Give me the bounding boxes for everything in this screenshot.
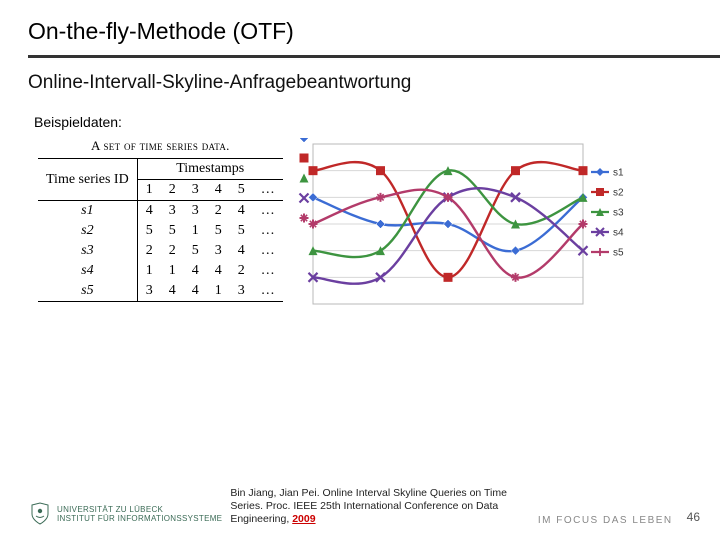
cell: …	[253, 241, 283, 261]
cell: 1	[207, 281, 230, 302]
footer-motto: IM FOCUS DAS LEBEN	[538, 515, 673, 526]
cell: 4	[137, 201, 161, 222]
table-row: s5 3 4 4 1 3 …	[38, 281, 283, 302]
cell: …	[253, 261, 283, 281]
cell: 5	[207, 221, 230, 241]
row-id: s3	[38, 241, 137, 261]
table-row: s1 4 3 3 2 4 …	[38, 201, 283, 222]
cell: 3	[207, 241, 230, 261]
cell: 4	[207, 261, 230, 281]
cell: …	[253, 201, 283, 222]
cell: 2	[161, 241, 184, 261]
citation-year: 2009	[292, 513, 315, 525]
svg-text:s5: s5	[613, 248, 624, 259]
col-head-id: Time series ID	[46, 172, 129, 187]
university-logo: UNIVERSITÄT ZU LÜBECK INSTITUT FÜR INFOR…	[28, 502, 222, 526]
svg-text:s4: s4	[613, 228, 624, 239]
chart-block: s1 s2 s3 s4 s5	[295, 138, 635, 323]
slide-number: 46	[687, 510, 700, 526]
cell: 3	[230, 281, 253, 302]
svg-text:s1: s1	[613, 168, 624, 179]
cell: 4	[230, 241, 253, 261]
ts-head: 2	[161, 180, 184, 201]
svg-text:s2: s2	[613, 188, 624, 199]
table-row: s2 5 5 1 5 5 …	[38, 221, 283, 241]
cell: 5	[230, 221, 253, 241]
cell: 5	[184, 241, 207, 261]
cell: 2	[207, 201, 230, 222]
slide-subtitle: Online-Intervall-Skyline-Anfragebeantwor…	[28, 72, 692, 94]
svg-text:s3: s3	[613, 208, 624, 219]
crest-icon	[28, 502, 52, 526]
ts-head: …	[253, 180, 283, 201]
table-row: s4 1 1 4 4 2 …	[38, 261, 283, 281]
row-id: s2	[38, 221, 137, 241]
ts-head: 5	[230, 180, 253, 201]
cell: 3	[184, 201, 207, 222]
slide-footer: UNIVERSITÄT ZU LÜBECK INSTITUT FÜR INFOR…	[0, 487, 720, 526]
col-head-timestamps: Timestamps	[176, 161, 244, 176]
citation-text: Bin Jiang, Jian Pei. Online Interval Sky…	[230, 487, 507, 525]
cell: …	[253, 281, 283, 302]
row-id: s1	[38, 201, 137, 222]
line-chart: s1 s2 s3 s4 s5	[295, 138, 635, 318]
cell: 3	[137, 281, 161, 302]
cell: 2	[137, 241, 161, 261]
cell: 4	[184, 281, 207, 302]
slide-title: On-the-fly-Methode (OTF)	[28, 18, 692, 55]
cell: 4	[230, 201, 253, 222]
title-divider	[28, 55, 720, 58]
cell: 4	[184, 261, 207, 281]
example-label: Beispieldaten:	[28, 114, 692, 130]
cell: 1	[184, 221, 207, 241]
data-table-block: A set of time series data. Time series I…	[28, 138, 283, 302]
table-caption: A set of time series data.	[38, 138, 283, 154]
cell: 1	[137, 261, 161, 281]
row-id: s4	[38, 261, 137, 281]
row-id: s5	[38, 281, 137, 302]
table-row: s3 2 2 5 3 4 …	[38, 241, 283, 261]
institute-name: INSTITUT FÜR INFORMATIONSSYSTEME	[57, 514, 222, 523]
cell: 2	[230, 261, 253, 281]
ts-head: 4	[207, 180, 230, 201]
cell: 5	[161, 221, 184, 241]
cell: 1	[161, 261, 184, 281]
cell: 4	[161, 281, 184, 302]
data-table: Time series ID Timestamps 1 2 3 4 5 … s1	[38, 158, 283, 302]
cell: 5	[137, 221, 161, 241]
ts-head: 3	[184, 180, 207, 201]
university-name: UNIVERSITÄT ZU LÜBECK	[57, 505, 222, 514]
cell: 3	[161, 201, 184, 222]
cell: …	[253, 221, 283, 241]
citation: Bin Jiang, Jian Pei. Online Interval Sky…	[230, 487, 530, 526]
ts-head: 1	[137, 180, 161, 201]
